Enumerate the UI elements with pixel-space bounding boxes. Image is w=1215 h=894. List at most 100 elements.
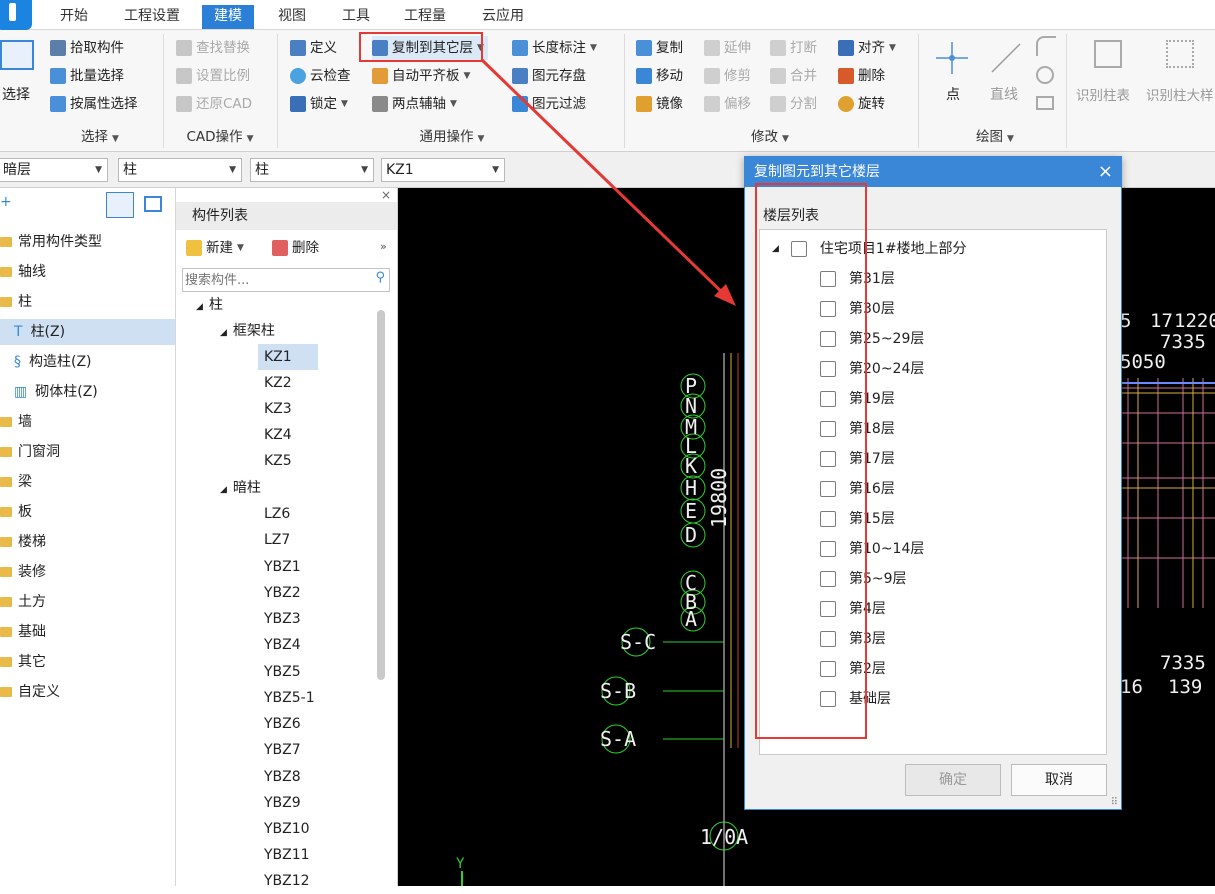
list-item[interactable]: LZ7 bbox=[264, 527, 290, 553]
tree-item-common[interactable]: 常用构件类型 bbox=[0, 229, 175, 255]
extend-button[interactable]: 延伸 bbox=[704, 36, 751, 60]
tree-item-other[interactable]: 其它 bbox=[0, 649, 175, 675]
list-item[interactable]: YBZ9 bbox=[264, 790, 301, 816]
list-item[interactable]: ◢ 柱 bbox=[196, 292, 223, 318]
ok-button[interactable]: 确定 bbox=[905, 764, 1001, 796]
tree-item-stairs[interactable]: 楼梯 bbox=[0, 529, 175, 555]
tree-item-beam[interactable]: 梁 bbox=[0, 469, 175, 495]
tree-item-earthwork[interactable]: 土方 bbox=[0, 589, 175, 615]
cloud-check-button[interactable]: 云检查 bbox=[290, 64, 351, 88]
list-item[interactable]: YBZ5 bbox=[264, 659, 301, 685]
tab-quantity[interactable]: 工程量 bbox=[392, 5, 458, 29]
list-item[interactable]: YBZ1 bbox=[264, 554, 301, 580]
detail-view-icon[interactable] bbox=[144, 196, 162, 212]
search-component-box[interactable]: ⚲ bbox=[182, 268, 390, 292]
mirror-button[interactable]: 镜像 bbox=[636, 92, 683, 116]
tree-item-column-z[interactable]: T 柱(Z) bbox=[0, 319, 175, 345]
list-item[interactable]: LZ6 bbox=[264, 501, 290, 527]
list-item[interactable]: YBZ3 bbox=[264, 606, 301, 632]
lock-button[interactable]: 锁定 ▼ bbox=[290, 92, 348, 116]
rotate-button[interactable]: 旋转 bbox=[838, 92, 885, 116]
tree-item-column[interactable]: 柱 bbox=[0, 289, 175, 315]
tree-item-axis[interactable]: 轴线 bbox=[0, 259, 175, 285]
general-ops-group-label[interactable]: 通用操作 ▼ bbox=[372, 126, 532, 148]
restore-cad-button[interactable]: 还原CAD bbox=[176, 92, 252, 116]
draw-group-label[interactable]: 绘图 ▼ bbox=[950, 126, 1040, 148]
delete-button[interactable]: 删除 bbox=[838, 64, 885, 88]
tree-item-openings[interactable]: 门窗洞 bbox=[0, 439, 175, 465]
list-item-kz1[interactable]: KZ1 bbox=[258, 344, 318, 370]
select-group-label[interactable]: 选择 ▼ bbox=[40, 126, 160, 148]
category-selector[interactable]: 柱 ▼ bbox=[118, 158, 242, 182]
tab-project-settings[interactable]: 工程设置 bbox=[112, 5, 192, 29]
recognize-column-detail-button[interactable]: 识别柱大样 bbox=[1146, 38, 1215, 118]
tab-view[interactable]: 视图 bbox=[266, 5, 318, 29]
search-icon[interactable]: ⚲ bbox=[375, 270, 385, 285]
tree-item-foundation[interactable]: 基础 bbox=[0, 619, 175, 645]
tab-tools[interactable]: 工具 bbox=[330, 5, 382, 29]
element-filter-button[interactable]: 图元过滤 bbox=[512, 92, 586, 116]
list-item[interactable]: YBZ4 bbox=[264, 632, 301, 658]
tab-modeling[interactable]: 建模 bbox=[202, 5, 254, 29]
new-component-button[interactable]: 新建 ▼ bbox=[186, 236, 244, 260]
tree-item-wall[interactable]: 墙 bbox=[0, 409, 175, 435]
component-selector[interactable]: KZ1 ▼ bbox=[381, 158, 505, 182]
define-button[interactable]: 定义 bbox=[290, 36, 337, 60]
add-icon[interactable]: + bbox=[0, 194, 12, 210]
select-big-button[interactable]: 选择 bbox=[0, 36, 38, 124]
list-item[interactable]: YBZ11 bbox=[264, 842, 310, 868]
align-button[interactable]: 对齐 ▼ bbox=[838, 36, 896, 60]
close-icon[interactable]: × bbox=[1098, 157, 1113, 187]
list-item[interactable]: YBZ2 bbox=[264, 580, 301, 606]
circle-icon[interactable] bbox=[1036, 66, 1054, 84]
arc-icon[interactable] bbox=[1036, 36, 1056, 56]
more-icon[interactable]: » bbox=[380, 240, 387, 253]
cancel-button[interactable]: 取消 bbox=[1011, 764, 1107, 796]
copy-button[interactable]: 复制 bbox=[636, 36, 683, 60]
floor-selector[interactable]: 暗层 ▼ bbox=[0, 158, 108, 182]
offset-button[interactable]: 偏移 bbox=[704, 92, 751, 116]
list-item[interactable]: YBZ10 bbox=[264, 816, 310, 842]
find-replace-button[interactable]: 查找替换 bbox=[176, 36, 250, 60]
length-dimension-button[interactable]: 长度标注 ▼ bbox=[512, 36, 597, 60]
save-element-button[interactable]: 图元存盘 bbox=[512, 64, 586, 88]
list-item[interactable]: YBZ5-1 bbox=[264, 685, 315, 711]
set-scale-button[interactable]: 设置比例 bbox=[176, 64, 250, 88]
tab-cloud[interactable]: 云应用 bbox=[470, 5, 536, 29]
modify-group-label[interactable]: 修改 ▼ bbox=[730, 126, 810, 148]
trim-button[interactable]: 修剪 bbox=[704, 64, 751, 88]
resize-grip-icon[interactable]: ⠿ bbox=[1111, 797, 1118, 808]
list-item[interactable]: YBZ8 bbox=[264, 764, 301, 790]
list-item[interactable]: ◢ 暗柱 bbox=[220, 475, 261, 501]
cad-group-label[interactable]: CAD操作 ▼ bbox=[168, 126, 272, 148]
select-by-property-button[interactable]: 按属性选择 bbox=[50, 92, 138, 116]
list-item[interactable]: KZ5 bbox=[264, 448, 292, 474]
tree-item-decoration[interactable]: 装修 bbox=[0, 559, 175, 585]
list-item[interactable]: ◢ 框架柱 bbox=[220, 318, 275, 344]
merge-button[interactable]: 合并 bbox=[770, 64, 817, 88]
list-item[interactable]: KZ4 bbox=[264, 422, 292, 448]
list-item[interactable]: KZ3 bbox=[264, 396, 292, 422]
tab-start[interactable]: 开始 bbox=[48, 5, 100, 29]
break-button[interactable]: 打断 bbox=[770, 36, 817, 60]
tree-item-construct-column[interactable]: § 构造柱(Z) bbox=[0, 349, 175, 375]
list-item[interactable]: YBZ6 bbox=[264, 711, 301, 737]
search-input[interactable] bbox=[185, 270, 365, 290]
move-button[interactable]: 移动 bbox=[636, 64, 683, 88]
list-view-icon[interactable] bbox=[106, 192, 134, 218]
type-selector[interactable]: 柱 ▼ bbox=[250, 158, 374, 182]
pick-component-button[interactable]: 拾取构件 bbox=[50, 36, 124, 60]
auto-align-slab-button[interactable]: 自动平齐板 ▼ bbox=[372, 64, 470, 88]
two-point-axis-button[interactable]: 两点辅轴 ▼ bbox=[372, 92, 457, 116]
delete-component-button[interactable]: 删除 bbox=[272, 236, 319, 260]
tree-item-custom[interactable]: 自定义 bbox=[0, 679, 175, 705]
scrollbar[interactable] bbox=[377, 310, 385, 680]
draw-line-button[interactable]: 直线 bbox=[984, 38, 1028, 108]
tree-item-slab[interactable]: 板 bbox=[0, 499, 175, 525]
rectangle-icon[interactable] bbox=[1036, 96, 1054, 110]
list-item[interactable]: YBZ7 bbox=[264, 737, 301, 763]
tree-item-masonry-column[interactable]: ▥ 砌体柱(Z) bbox=[0, 379, 175, 405]
batch-select-button[interactable]: 批量选择 bbox=[50, 64, 124, 88]
list-item[interactable]: KZ2 bbox=[264, 370, 292, 396]
split-button[interactable]: 分割 bbox=[770, 92, 817, 116]
